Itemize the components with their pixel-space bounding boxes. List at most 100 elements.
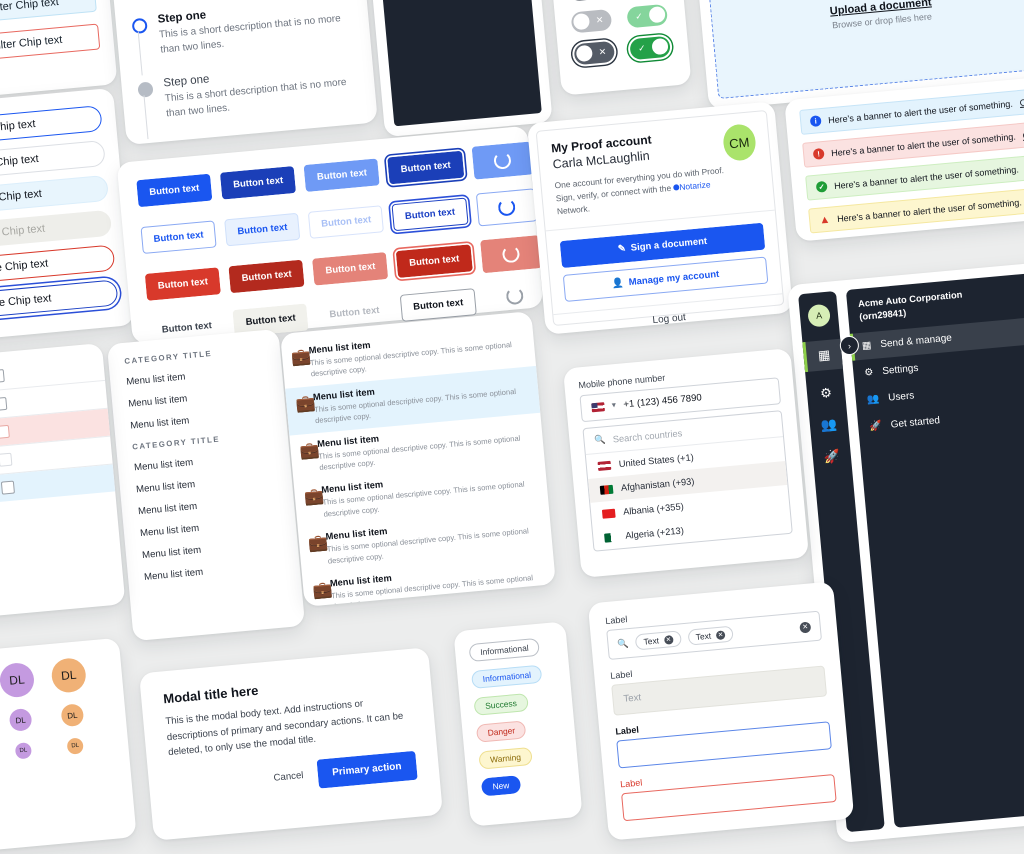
- menu-category-title: CATEGORY TITLE: [124, 348, 213, 366]
- filter-chips-card: Filter Chip text Filter Chip text: [0, 0, 118, 100]
- remove-tag-icon[interactable]: ✕: [715, 629, 726, 640]
- danger-button-light[interactable]: Button text: [312, 251, 389, 286]
- organization-dark-panel: Acme Auto Northeast (orn88361) 33 Spruce…: [378, 0, 542, 127]
- briefcase-icon: 💼: [311, 581, 334, 600]
- checkbox[interactable]: [0, 480, 15, 495]
- menu-list-item[interactable]: Menu list item: [136, 472, 276, 495]
- toggle-off-default[interactable]: ✕: [567, 0, 610, 2]
- search-icon: 🔍: [617, 637, 630, 649]
- avatar-large: DL: [50, 656, 88, 694]
- button-label: Button text: [408, 253, 460, 269]
- menu-list-item[interactable]: Menu list item: [138, 494, 278, 517]
- primary-action-button[interactable]: Primary action: [316, 750, 418, 789]
- filter-chip-selected[interactable]: Filter Chip text: [0, 0, 97, 25]
- dz-flag-icon: [604, 532, 618, 543]
- rail-icon-grid[interactable]: ▦: [802, 338, 843, 373]
- checkbox[interactable]: [0, 396, 8, 412]
- menu-list-item[interactable]: Menu list item: [140, 516, 280, 539]
- primary-button-focus[interactable]: Button text: [387, 150, 464, 185]
- choice-chip-default[interactable]: Choice Chip text: [0, 139, 106, 181]
- choice-chip-label: Choice Chip text: [0, 292, 52, 312]
- danger-button-hover[interactable]: Button text: [228, 259, 305, 294]
- spinner-icon: [505, 286, 524, 305]
- badge-label: Success: [484, 698, 518, 711]
- secondary-button-light: Button text: [308, 205, 385, 239]
- secondary-button-hover[interactable]: Button text: [224, 212, 301, 247]
- tag-chip[interactable]: Text ✕: [687, 625, 734, 646]
- remove-tag-icon[interactable]: ✕: [663, 634, 674, 645]
- rail-avatar-initial: A: [815, 310, 823, 321]
- button-label: Button text: [153, 229, 205, 245]
- menu-list-item[interactable]: Menu list item: [126, 364, 266, 387]
- notarize-link[interactable]: Notarize: [679, 179, 711, 192]
- rail-icon-gear[interactable]: ⚙: [816, 384, 836, 404]
- gear-icon: ⚙: [863, 366, 874, 379]
- avatar-initials: DL: [60, 667, 78, 684]
- rail-avatar[interactable]: A: [807, 303, 832, 328]
- stepper-step-active[interactable]: Step one This is a short description tha…: [131, 0, 354, 76]
- rail-icon-users[interactable]: 👥: [819, 415, 839, 435]
- country-dropdown: 🔍 Search countries United States (+1) Af…: [582, 410, 793, 552]
- filter-chip-error[interactable]: Filter Chip text: [0, 23, 101, 63]
- step-connector: [137, 31, 143, 76]
- close-icon: ✕: [598, 46, 607, 58]
- buttons-card: Button text Button text Button text Butt…: [116, 125, 544, 345]
- briefcase-icon: 💼: [303, 488, 325, 507]
- choice-chip-focus[interactable]: Choice Chip text: [0, 279, 119, 320]
- danger-button-focus[interactable]: Button text: [396, 244, 473, 278]
- search-icon: 🔍: [594, 434, 607, 446]
- choice-chip-error[interactable]: Choice Chip text: [0, 244, 116, 286]
- cancel-button[interactable]: Cancel: [273, 770, 304, 784]
- button-label: Button text: [245, 312, 297, 328]
- toggle-off-focus[interactable]: ✕: [573, 40, 616, 66]
- danger-button[interactable]: Button text: [144, 267, 222, 301]
- primary-button-hover[interactable]: Button text: [220, 165, 297, 200]
- sidebar-item-label: Send & manage: [879, 332, 953, 351]
- secondary-button-focus[interactable]: Button text: [391, 197, 469, 232]
- danger-button-loading: [479, 235, 542, 274]
- menu-list-item[interactable]: Menu list item: [142, 537, 282, 561]
- button-label: Button text: [232, 175, 284, 191]
- avatar-initials: DL: [15, 714, 27, 725]
- primary-button-light[interactable]: Button text: [303, 158, 381, 192]
- chevron-down-icon[interactable]: ▼: [610, 402, 618, 410]
- us-flag-icon: [591, 402, 605, 413]
- menu-list-item[interactable]: Menu list item: [128, 386, 268, 409]
- rocket-icon: 🚀: [868, 420, 883, 433]
- tag-label: Text: [643, 635, 660, 647]
- menu-list-item[interactable]: Menu list item: [130, 408, 270, 431]
- toggle-on-focus[interactable]: ✓: [629, 35, 671, 61]
- badge-new: New: [480, 775, 522, 797]
- briefcase-icon: 💼: [294, 394, 317, 414]
- secondary-button[interactable]: Button text: [140, 220, 217, 255]
- checkbox[interactable]: [0, 369, 5, 384]
- account-panel: My Proof account Carla McLaughlin One ac…: [535, 109, 785, 326]
- check-circle-icon: ✓: [815, 180, 828, 193]
- choice-chip-light[interactable]: Choice Chip text: [0, 174, 110, 216]
- modal-card: Modal title here This is the modal body …: [138, 647, 444, 841]
- tag-chip[interactable]: Text ✕: [634, 630, 682, 651]
- account-description: One account for everything you do with P…: [554, 164, 728, 218]
- rail-icon-rocket[interactable]: 🚀: [822, 447, 842, 467]
- user-icon: 👤: [611, 277, 625, 290]
- checkbox[interactable]: [0, 424, 10, 439]
- category-menu-card: CATEGORY TITLE Menu list item Menu list …: [106, 328, 306, 642]
- pen-icon: ✎: [617, 243, 627, 255]
- banner-link[interactable]: Optional link: [1019, 93, 1024, 107]
- primary-button-loading: [471, 141, 533, 180]
- checkbox: [0, 452, 13, 467]
- filter-chip-label: Filter Chip text: [0, 0, 60, 15]
- users-icon: 👥: [866, 393, 880, 406]
- choice-chip-selected[interactable]: Choice Chip text: [0, 105, 103, 146]
- toggle-knob: [576, 45, 594, 63]
- menu-list-item[interactable]: Menu list item: [134, 450, 274, 473]
- organization-card: Acme Auto Northeast (orn88361) 33 Spruce…: [367, 0, 553, 138]
- menu-category-title: CATEGORY TITLE: [131, 434, 221, 452]
- primary-button[interactable]: Button text: [136, 173, 213, 208]
- country-search-input[interactable]: Search countries: [612, 428, 682, 444]
- button-label: Button text: [148, 182, 200, 199]
- menu-list-item[interactable]: Menu list item: [144, 559, 284, 583]
- clear-icon[interactable]: ✕: [799, 621, 812, 633]
- stepper-step-inactive[interactable]: Step one This is a short description tha…: [137, 60, 360, 140]
- button-label: Button text: [404, 206, 456, 223]
